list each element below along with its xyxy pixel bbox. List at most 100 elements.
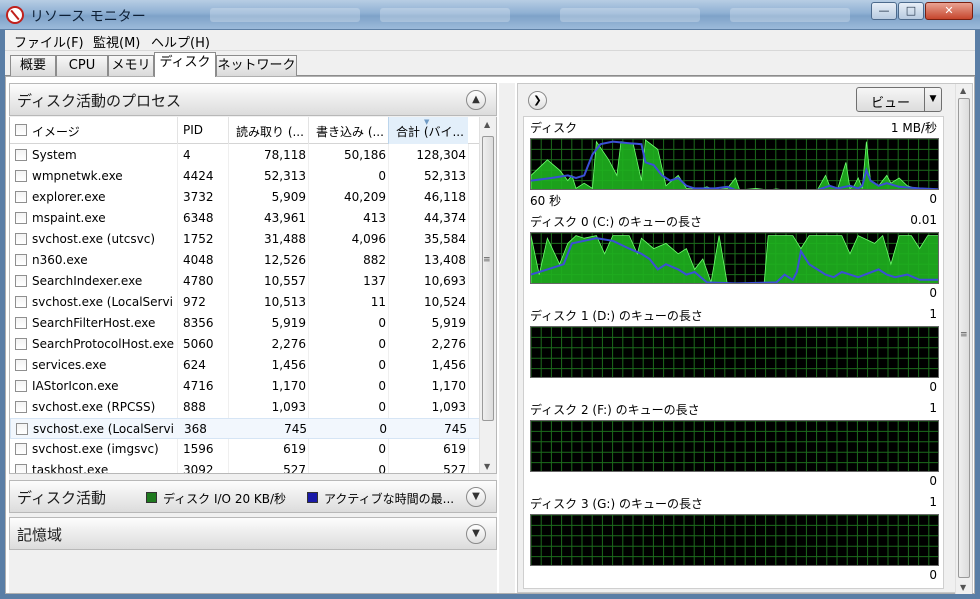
row-checkbox[interactable]	[15, 443, 27, 455]
table-row[interactable]: svchost.exe (LocalServi... 368 745 0 745	[10, 418, 481, 439]
graph-disk1-title: ディスク 1 (D:) のキューの長さ	[530, 309, 703, 323]
expand-down-icon[interactable]: ▼	[466, 524, 486, 544]
table-row[interactable]: SearchIndexer.exe 4780 10,557 137 10,693	[10, 271, 481, 292]
cell-write: 40,209	[344, 190, 386, 204]
scroll-up-icon[interactable]: ▲	[484, 120, 490, 129]
row-checkbox[interactable]	[15, 149, 27, 161]
row-checkbox[interactable]	[15, 212, 27, 224]
column-separator[interactable]	[228, 117, 229, 144]
minimize-button[interactable]: —	[871, 2, 897, 20]
cell-image: wmpnetwk.exe	[32, 169, 123, 183]
right-pane-scrollbar[interactable]: ▲ ≡ ▼	[955, 84, 972, 594]
cell-total: 35,584	[424, 232, 466, 246]
table-row[interactable]: svchost.exe (LocalServi... 972 10,513 11 10,…	[10, 292, 481, 313]
column-separator[interactable]	[177, 117, 178, 144]
row-checkbox[interactable]	[15, 170, 27, 182]
tab-disk[interactable]: ディスク	[154, 52, 216, 77]
storage-title: 記憶域	[17, 526, 63, 544]
menu-monitor[interactable]: 監視(M)	[93, 32, 140, 51]
table-row[interactable]: taskhost.exe 3092 527 0 527	[10, 460, 481, 473]
cell-pid: 624	[183, 358, 206, 372]
scroll-down-icon[interactable]: ▼	[960, 583, 966, 592]
storage-header[interactable]: 記憶域 ▼	[9, 517, 497, 550]
row-checkbox[interactable]	[15, 317, 27, 329]
column-read[interactable]: 読み取り (...	[236, 123, 306, 140]
row-checkbox[interactable]	[15, 275, 27, 287]
collapse-right-icon[interactable]: ❯	[528, 91, 547, 110]
table-row[interactable]: n360.exe 4048 12,526 882 13,408	[10, 250, 481, 271]
cell-image: n360.exe	[32, 253, 88, 267]
cell-read: 52,313	[264, 169, 306, 183]
row-checkbox[interactable]	[15, 191, 27, 203]
scroll-down-icon[interactable]: ▼	[484, 462, 490, 471]
graph-disk0-min: 0	[929, 286, 937, 300]
table-row[interactable]: mspaint.exe 6348 43,961 413 44,374	[10, 208, 481, 229]
row-checkbox[interactable]	[15, 296, 27, 308]
scrollbar-thumb[interactable]	[482, 136, 494, 421]
row-checkbox[interactable]	[15, 254, 27, 266]
table-row[interactable]: services.exe 624 1,456 0 1,456	[10, 355, 481, 376]
row-checkbox[interactable]	[15, 359, 27, 371]
active-time-legend-swatch	[307, 492, 318, 503]
row-checkbox[interactable]	[15, 401, 27, 413]
graph-disk1-max: 1	[929, 307, 937, 321]
tab-memory[interactable]: メモリ	[108, 55, 154, 76]
view-button[interactable]: ビュー ▼	[856, 87, 942, 112]
menu-help[interactable]: ヘルプ(H)	[151, 32, 210, 51]
background-taskbar-ghost	[560, 8, 700, 22]
close-button[interactable]: ✕	[925, 2, 973, 20]
select-all-checkbox[interactable]	[15, 124, 27, 136]
row-checkbox[interactable]	[16, 423, 28, 435]
column-total[interactable]: 合計 (バイ...	[396, 123, 466, 140]
tab-bar: 概要 CPU メモリ ディスク ネットワーク	[5, 51, 975, 77]
cell-image: services.exe	[32, 358, 107, 372]
pane-splitter[interactable]	[499, 83, 515, 593]
cell-total: 2,276	[431, 337, 466, 351]
table-row[interactable]: svchost.exe (imgsvc) 1596 619 0 619	[10, 439, 481, 460]
left-pane: ディスク活動のプロセス ▲ ▼ イメージ PID 読み取り (... 書き込み …	[9, 83, 497, 593]
disk-activity-header[interactable]: ディスク活動 ディスク I/O 20 KB/秒 アクティブな時間の最... ▼	[9, 480, 497, 513]
table-row[interactable]: svchost.exe (RPCSS) 888 1,093 0 1,093	[10, 397, 481, 418]
resource-monitor-icon	[6, 6, 24, 24]
cell-total: 10,693	[424, 274, 466, 288]
table-scrollbar[interactable]: ▲ ≡ ▼	[479, 117, 496, 473]
table-row[interactable]: explorer.exe 3732 5,909 40,209 46,118	[10, 187, 481, 208]
maximize-button[interactable]: □	[898, 2, 924, 20]
cell-total: 1,170	[431, 379, 466, 393]
graph-disk-min: 0	[929, 192, 937, 206]
cell-write: 413	[363, 211, 386, 225]
table-row[interactable]: SearchFilterHost.exe 8356 5,919 0 5,919	[10, 313, 481, 334]
cell-pid: 368	[184, 422, 207, 436]
tab-overview[interactable]: 概要	[10, 55, 56, 76]
cell-read: 5,909	[271, 190, 306, 204]
disk-processes-header[interactable]: ディスク活動のプロセス ▲	[9, 83, 497, 116]
column-separator[interactable]	[308, 117, 309, 144]
cell-write: 11	[370, 295, 386, 309]
table-row[interactable]: svchost.exe (utcsvc) 1752 31,488 4,096 35,58…	[10, 229, 481, 250]
cell-pid: 6348	[183, 211, 214, 225]
expand-down-icon[interactable]: ▼	[466, 487, 486, 507]
dropdown-arrow-icon[interactable]: ▼	[924, 88, 941, 111]
graph-disk1-min: 0	[929, 380, 937, 394]
column-write[interactable]: 書き込み (...	[316, 123, 386, 140]
scroll-up-icon[interactable]: ▲	[960, 86, 966, 95]
table-row[interactable]: SearchProtocolHost.exe 5060 2,276 0 2,276	[10, 334, 481, 355]
row-checkbox[interactable]	[15, 338, 27, 350]
cell-read: 1,170	[271, 379, 306, 393]
row-checkbox[interactable]	[15, 380, 27, 392]
io-legend-label: ディスク I/O 20 KB/秒	[163, 492, 287, 506]
column-image[interactable]: イメージ	[32, 123, 172, 140]
cell-total: 128,304	[416, 148, 466, 162]
tab-cpu[interactable]: CPU	[56, 55, 108, 76]
row-checkbox[interactable]	[15, 233, 27, 245]
column-pid[interactable]: PID	[183, 123, 223, 137]
table-row[interactable]: System 4 78,118 50,186 128,304	[10, 145, 481, 166]
graph-disk3-min: 0	[929, 568, 937, 582]
table-row[interactable]: IAStorIcon.exe 4716 1,170 0 1,170	[10, 376, 481, 397]
collapse-up-icon[interactable]: ▲	[466, 90, 486, 110]
tab-network[interactable]: ネットワーク	[216, 55, 297, 76]
cell-pid: 888	[183, 400, 206, 414]
table-row[interactable]: wmpnetwk.exe 4424 52,313 0 52,313	[10, 166, 481, 187]
row-checkbox[interactable]	[15, 464, 27, 473]
menu-file[interactable]: ファイル(F)	[14, 32, 84, 51]
